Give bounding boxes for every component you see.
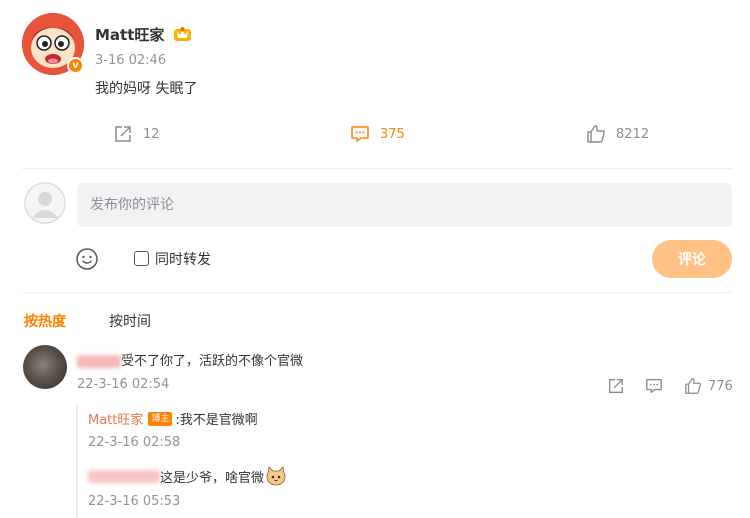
reply-timestamp: 22-3-16 05:53: [88, 494, 181, 509]
comment-text: 受不了你了，活跃的不像个官微: [121, 354, 304, 369]
reply-author-name[interactable]: Matt旺家: [88, 409, 143, 428]
share-count: 12: [143, 126, 160, 142]
comment-reply-button[interactable]: [645, 377, 663, 395]
tab-sort-by-hot[interactable]: 按热度: [24, 311, 66, 331]
submit-comment-button[interactable]: 评论: [652, 240, 732, 278]
comment-icon: [646, 379, 662, 393]
default-user-icon: [24, 182, 66, 224]
reply-timestamp: 22-3-16 02:58: [88, 435, 181, 450]
share-icon: [609, 379, 623, 393]
reply-text: 这是少爷，啥官微: [160, 470, 265, 486]
host-badge: 博主: [148, 411, 173, 426]
emoji-icon[interactable]: [75, 247, 99, 271]
reply-line: 这是少爷，啥官微: [88, 466, 287, 486]
repost-label[interactable]: 同时转发: [155, 249, 211, 269]
share-icon: [115, 126, 131, 142]
verified-badge-icon: v: [67, 57, 84, 74]
comment-button[interactable]: 375: [350, 124, 405, 144]
comment-input[interactable]: [77, 183, 732, 227]
comment-timestamp: 22-3-16 02:54: [77, 377, 170, 392]
reply-author-name-blurred[interactable]: [88, 469, 160, 483]
crown-badge-icon: [174, 27, 191, 41]
comment-line: 受不了你了，活跃的不像个官微: [77, 350, 303, 369]
divider: [22, 168, 732, 169]
tab-sort-by-time[interactable]: 按时间: [109, 311, 151, 331]
commenter-name-blurred[interactable]: [77, 355, 121, 368]
commenter-avatar[interactable]: [23, 345, 67, 389]
author-name[interactable]: Matt旺家: [95, 24, 164, 45]
comment-icon: [351, 126, 369, 142]
current-user-avatar: [24, 182, 66, 224]
reply-text: :我不是官微啊: [175, 413, 258, 428]
share-button[interactable]: 12: [113, 124, 160, 144]
comment-share-button[interactable]: [607, 377, 625, 395]
comment-like-count: 776: [708, 378, 733, 394]
cat-emoji-icon: [266, 466, 286, 486]
like-button[interactable]: 8212: [586, 124, 649, 144]
reply-line: Matt旺家 博主 :我不是官微啊: [88, 409, 258, 428]
post-text: 我的妈呀 失眠了: [95, 81, 198, 97]
repost-checkbox[interactable]: [134, 251, 149, 266]
reply-thread-bar: [76, 405, 78, 518]
comment-count: 375: [380, 126, 405, 142]
comment-like-button[interactable]: 776: [684, 377, 733, 395]
like-count: 8212: [616, 126, 650, 142]
divider: [22, 292, 732, 293]
post-timestamp[interactable]: 3-16 02:46: [95, 53, 166, 68]
thumbs-up-icon: [685, 378, 701, 394]
thumbs-up-icon: [587, 125, 605, 143]
